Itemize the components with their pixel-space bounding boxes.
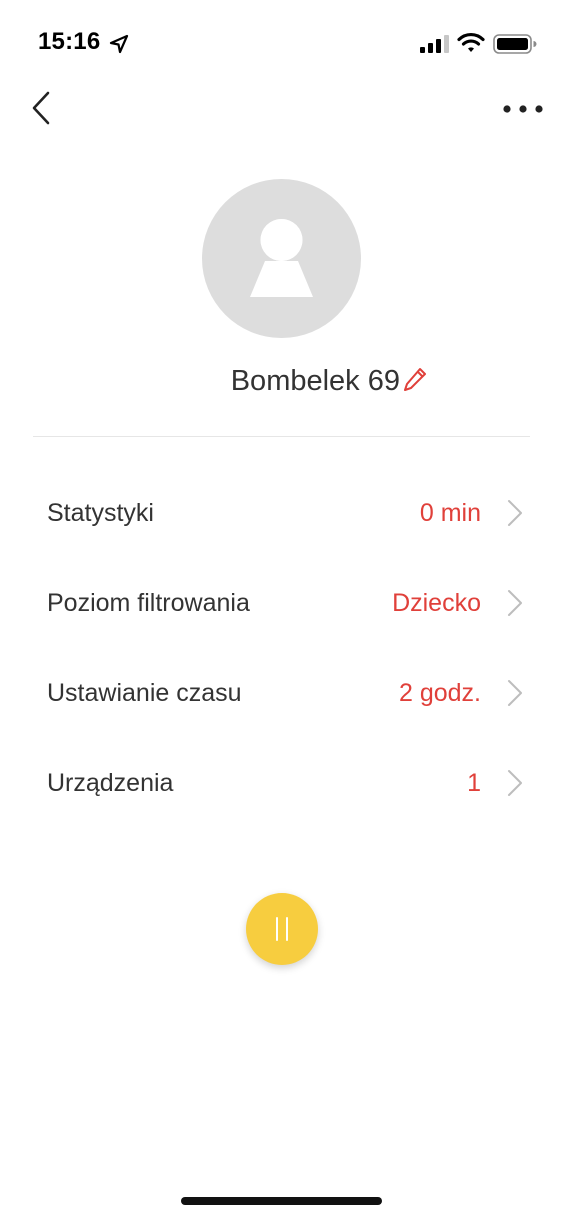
menu-item-value: 2 godz.	[398, 679, 481, 707]
menu-item-value: Dziecko	[392, 589, 481, 617]
battery-icon	[493, 34, 537, 54]
chevron-right-icon	[508, 770, 522, 796]
menu-item-label: Poziom filtrowania	[47, 589, 250, 617]
signal-icon	[420, 35, 449, 53]
chevron-right-icon	[508, 590, 522, 616]
location-arrow-icon	[109, 34, 129, 54]
pause-icon	[276, 917, 288, 941]
more-options-button[interactable]	[496, 95, 550, 123]
menu-item-label: Statystyki	[47, 499, 154, 527]
menu-item-value: 1	[467, 769, 481, 797]
status-time: 15:16	[38, 28, 101, 55]
avatar	[202, 179, 361, 338]
chevron-right-icon	[508, 680, 522, 706]
pause-button[interactable]	[246, 893, 318, 965]
profile-name: Bombelek 69	[230, 365, 400, 397]
status-bar: 15:16	[0, 0, 563, 90]
menu-item-statystyki[interactable]: Statystyki 0 min	[0, 468, 563, 558]
user-placeholder-icon	[250, 219, 313, 297]
chevron-left-icon	[32, 91, 50, 125]
menu-item-ustawianie-czasu[interactable]: Ustawianie czasu 2 godz.	[0, 648, 563, 738]
menu-item-poziom-filtrowania[interactable]: Poziom filtrowania Dziecko	[0, 558, 563, 648]
chevron-right-icon	[508, 500, 522, 526]
profile-screen: 15:16 Bombelek 69 Statystyki 0 min Pozio…	[0, 0, 563, 1218]
menu-item-label: Urządzenia	[47, 769, 174, 797]
home-indicator[interactable]	[181, 1197, 382, 1205]
wifi-icon	[457, 32, 485, 52]
pencil-icon[interactable]	[402, 366, 428, 394]
menu-item-urzadzenia[interactable]: Urządzenia 1	[0, 738, 563, 828]
menu-item-label: Ustawianie czasu	[47, 679, 242, 707]
ellipsis-icon	[503, 105, 543, 113]
back-button[interactable]	[26, 88, 62, 128]
menu-item-value: 0 min	[419, 499, 481, 527]
divider	[33, 436, 530, 437]
